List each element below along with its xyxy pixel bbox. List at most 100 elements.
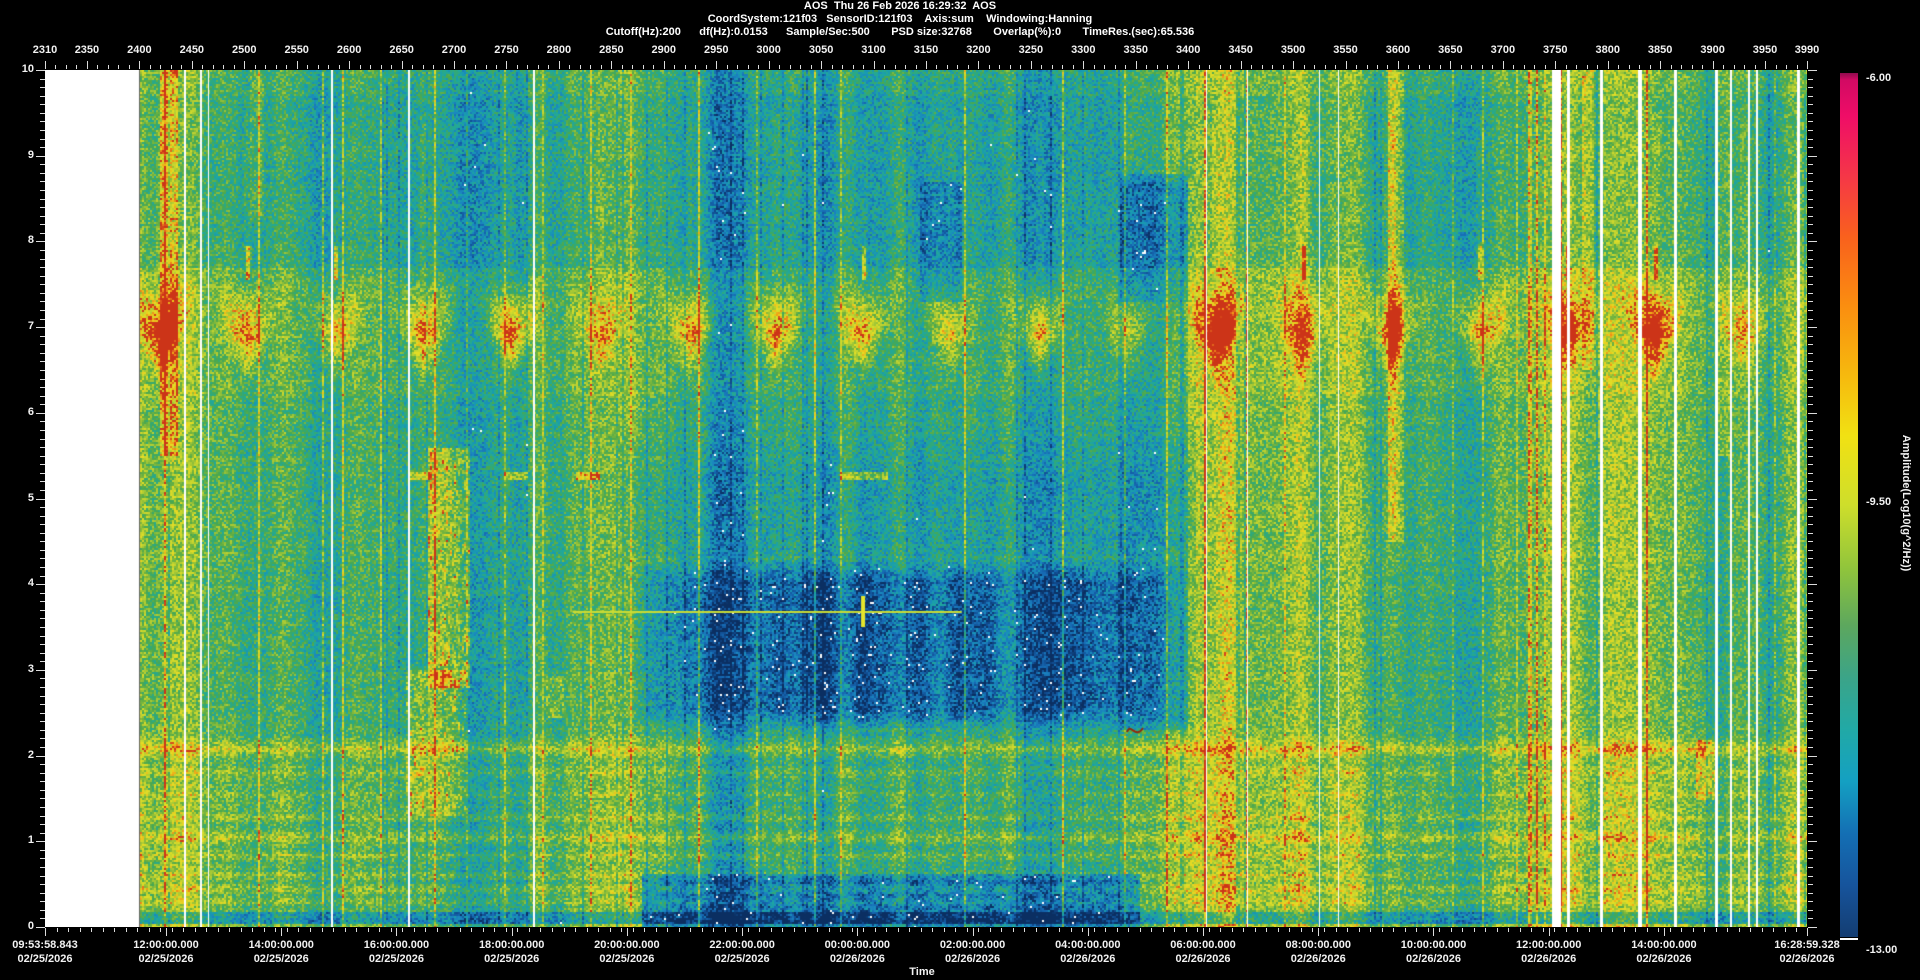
y-axis-right-minor-tick <box>1808 284 1813 285</box>
top-axis-minor-tick <box>286 65 287 69</box>
y-axis-right-major-tick <box>1808 327 1817 328</box>
y-axis-minor-tick <box>40 550 45 551</box>
top-axis-minor-tick <box>1681 65 1682 69</box>
time-axis-minor-tick <box>206 928 207 932</box>
top-axis-minor-tick <box>118 65 119 69</box>
y-axis-minor-tick <box>40 858 45 859</box>
y-axis-minor-tick <box>40 730 45 731</box>
y-axis-minor-tick <box>40 653 45 654</box>
y-axis-minor-tick <box>40 618 45 619</box>
time-tick-label: 22:00:00.000 <box>692 939 792 952</box>
top-axis-major-tick <box>1450 61 1451 69</box>
y-axis-minor-tick <box>40 696 45 697</box>
time-axis-minor-tick <box>679 928 680 932</box>
y-axis-right-minor-tick <box>1808 618 1813 619</box>
top-axis-minor-tick <box>1052 65 1053 69</box>
top-axis-minor-tick <box>391 65 392 69</box>
date-tick-label: 02/26/2026 <box>1757 953 1857 966</box>
time-axis-minor-tick <box>1117 928 1118 932</box>
y-axis-minor-tick <box>40 644 45 645</box>
y-axis-right-minor-tick <box>1808 387 1813 388</box>
date-tick-label: 02/25/2026 <box>231 953 331 966</box>
y-axis-minor-tick <box>40 181 45 182</box>
top-axis-minor-tick <box>444 65 445 69</box>
y-axis-minor-tick <box>40 199 45 200</box>
top-axis-tick-label: 2400 <box>117 44 161 57</box>
time-axis-minor-tick <box>287 928 288 932</box>
time-tick-label: 12:00:00.000 <box>1499 939 1599 952</box>
y-axis-minor-tick <box>40 738 45 739</box>
time-axis-minor-tick <box>656 928 657 932</box>
y-axis-tick-label: 8 <box>6 234 34 247</box>
time-axis-minor-tick <box>241 928 242 932</box>
y-axis-right-minor-tick <box>1808 884 1813 885</box>
y-axis-right-major-tick <box>1808 841 1817 842</box>
top-axis-minor-tick <box>601 65 602 69</box>
header-params-line1: CoordSystem:121f03 SensorID:121f03 Axis:… <box>0 13 1800 26</box>
top-axis-minor-tick <box>1062 65 1063 69</box>
y-axis-right-minor-tick <box>1808 379 1813 380</box>
time-axis-minor-tick <box>1462 928 1463 932</box>
top-axis-minor-tick <box>957 65 958 69</box>
top-axis-major-tick <box>244 61 245 69</box>
top-axis-tick-label: 3550 <box>1324 44 1368 57</box>
top-axis-minor-tick <box>223 65 224 69</box>
y-axis-tick-label: 10 <box>6 63 34 76</box>
y-axis-right-minor-tick <box>1808 121 1813 122</box>
top-axis-minor-tick <box>97 65 98 69</box>
time-axis-minor-tick <box>1647 928 1648 932</box>
y-axis-right-minor-tick <box>1808 336 1813 337</box>
time-axis-minor-tick <box>782 928 783 932</box>
time-axis-minor-tick <box>1750 928 1751 932</box>
top-axis-tick-label: 3500 <box>1271 44 1315 57</box>
time-axis-minor-tick <box>345 928 346 932</box>
time-axis-minor-tick <box>944 928 945 932</box>
time-axis-minor-tick <box>1059 928 1060 932</box>
time-axis-minor-tick <box>805 928 806 932</box>
y-axis-minor-tick <box>40 876 45 877</box>
y-axis-minor-tick <box>40 293 45 294</box>
y-axis-right-minor-tick <box>1808 250 1813 251</box>
y-axis-right-minor-tick <box>1808 627 1813 628</box>
top-axis-minor-tick <box>1387 65 1388 69</box>
top-axis-major-tick <box>1293 61 1294 69</box>
time-axis-minor-tick <box>1485 928 1486 932</box>
date-tick-label: 02/25/2026 <box>346 953 446 966</box>
y-axis-right-minor-tick <box>1808 824 1813 825</box>
time-axis-minor-tick <box>137 928 138 932</box>
time-axis-minor-tick <box>1658 928 1659 932</box>
time-axis-minor-tick <box>1716 928 1717 932</box>
y-axis-minor-tick <box>40 87 45 88</box>
y-axis-minor-tick <box>40 430 45 431</box>
y-axis-minor-tick <box>40 910 45 911</box>
spectrogram-plot[interactable] <box>45 70 1807 927</box>
time-axis-minor-tick <box>1197 928 1198 932</box>
top-axis-tick-label: 2310 <box>23 44 67 57</box>
y-axis-right-minor-tick <box>1808 678 1813 679</box>
y-axis-minor-tick <box>40 139 45 140</box>
top-axis-minor-tick <box>1209 65 1210 69</box>
time-axis-major-tick <box>45 928 46 936</box>
y-axis-major-tick <box>36 927 45 928</box>
y-axis-major-tick <box>36 841 45 842</box>
top-axis-major-tick <box>874 61 875 69</box>
time-axis-minor-tick <box>1474 928 1475 932</box>
top-axis-minor-tick <box>517 65 518 69</box>
y-axis-right-minor-tick <box>1808 876 1813 877</box>
time-axis-minor-tick <box>1739 928 1740 932</box>
time-axis-minor-tick <box>1624 928 1625 932</box>
y-axis-major-tick <box>36 584 45 585</box>
y-axis-minor-tick <box>40 319 45 320</box>
top-axis-minor-tick <box>905 65 906 69</box>
top-axis-minor-tick <box>1744 65 1745 69</box>
y-axis-right-major-tick <box>1808 499 1817 500</box>
top-axis-tick-label: 2950 <box>694 44 738 57</box>
date-tick-label: 02/25/2026 <box>116 953 216 966</box>
top-axis-tick-label: 3450 <box>1219 44 1263 57</box>
top-axis-minor-tick <box>968 65 969 69</box>
y-axis-minor-tick <box>40 344 45 345</box>
y-axis-right-minor-tick <box>1808 181 1813 182</box>
time-axis-minor-tick <box>172 928 173 932</box>
time-axis-minor-tick <box>748 928 749 932</box>
y-axis-right-minor-tick <box>1808 267 1813 268</box>
